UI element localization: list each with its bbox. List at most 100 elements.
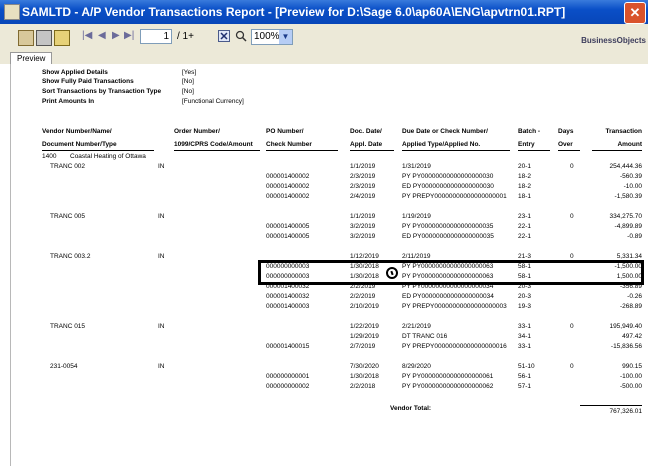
batch-entry: 33-1	[518, 343, 532, 350]
doc-date: 3/2/2019	[350, 233, 376, 240]
batch-entry: 18-2	[518, 173, 532, 180]
check-number: 000001400003	[266, 303, 310, 310]
batch-entry: 19-3	[518, 303, 532, 310]
report-canvas: Show Applied Details [Yes] Show Fully Paid…	[0, 64, 648, 466]
tab-bar: Preview	[0, 52, 648, 65]
search-text-icon[interactable]	[235, 30, 247, 42]
transaction-amount: -15,836.56	[610, 343, 642, 350]
header-underline	[266, 150, 338, 151]
option-label: Show Applied Details	[42, 69, 108, 76]
close-view-icon[interactable]	[218, 30, 230, 42]
transaction-amount: -10.00	[623, 183, 642, 190]
header-po-number: PO Number/	[266, 128, 304, 135]
print-icon[interactable]	[36, 30, 52, 46]
due-date-applied: ED PY00000000000000000030	[402, 183, 494, 190]
header-check-number: Check Number	[266, 141, 312, 148]
check-number: 000001400005	[266, 223, 310, 230]
due-date-applied: PY PY00000000000000000061	[402, 373, 494, 380]
batch-entry: 20-1	[518, 163, 532, 170]
option-value: [No]	[182, 78, 194, 85]
transaction-amount: -0.26	[627, 293, 642, 300]
days-over: 0	[570, 323, 574, 330]
batch-entry: 56-1	[518, 373, 532, 380]
document-type: IN	[158, 163, 165, 170]
due-date-applied: 8/29/2020	[402, 363, 431, 370]
transaction-amount: -560.39	[619, 173, 642, 180]
document-number: TRANC 003.2	[50, 253, 91, 260]
page-total: / 1+	[177, 31, 194, 42]
doc-date: 2/4/2019	[350, 193, 376, 200]
header-days: Days	[558, 128, 574, 135]
next-page-icon[interactable]: ▶	[112, 30, 120, 41]
header-doc-date: Doc. Date/	[350, 128, 382, 135]
option-value: [Yes]	[182, 69, 197, 76]
check-number: 000000000002	[266, 383, 310, 390]
header-1099-code: 1099/CPRS Code/Amount	[174, 141, 253, 148]
app-icon	[4, 4, 20, 20]
transaction-amount: 195,949.40	[609, 323, 642, 330]
header-vendor-number: Vendor Number/Name/	[42, 128, 112, 135]
transaction-amount: 990.15	[622, 363, 642, 370]
batch-entry: 20-3	[518, 293, 532, 300]
due-date-applied: ED PY00000000000000000035	[402, 233, 494, 240]
first-page-icon[interactable]: |◀	[82, 30, 92, 41]
transaction-amount: -100.00	[619, 373, 642, 380]
close-button[interactable]: ✕	[624, 2, 646, 24]
document-type: IN	[158, 253, 165, 260]
doc-date: 7/30/2020	[350, 363, 379, 370]
doc-date: 2/2/2018	[350, 383, 376, 390]
document-number: TRANC 002	[50, 163, 86, 170]
days-over: 0	[570, 363, 574, 370]
batch-entry: 18-1	[518, 193, 532, 200]
vendor-number: 1400	[42, 153, 57, 160]
days-over: 0	[570, 213, 574, 220]
chevron-down-icon[interactable]: ▼	[279, 30, 292, 44]
header-order-number: Order Number/	[174, 128, 220, 135]
batch-entry: 34-1	[518, 333, 532, 340]
transaction-amount: -0.89	[627, 233, 642, 240]
previous-page-icon[interactable]: ◀	[98, 30, 106, 41]
check-number: 000001400002	[266, 183, 310, 190]
mouse-cursor	[386, 267, 398, 279]
vendor-name: Coastal Heating of Ottawa	[70, 153, 146, 160]
header-entry: Entry	[518, 141, 535, 148]
window-title: SAMLTD - A/P Vendor Transactions Report …	[22, 5, 566, 19]
doc-date: 1/1/2019	[350, 163, 376, 170]
document-type: IN	[158, 363, 165, 370]
option-label: Print Amounts In	[42, 98, 95, 105]
transaction-amount: -500.00	[619, 383, 642, 390]
header-underline	[174, 150, 260, 151]
header-over: Over	[558, 141, 573, 148]
due-date-applied: 1/31/2019	[402, 163, 431, 170]
last-page-icon[interactable]: ▶|	[124, 30, 134, 41]
batch-entry: 22-1	[518, 233, 532, 240]
group-tree-icon[interactable]	[54, 30, 70, 46]
doc-date: 1/30/2018	[350, 373, 379, 380]
page-number-input[interactable]: 1	[140, 29, 172, 44]
due-date-applied: PY PREPY00000000000000000016	[402, 343, 507, 350]
total-overline	[580, 405, 642, 406]
check-number: 000001400005	[266, 233, 310, 240]
header-due-date: Due Date or Check Number/	[402, 128, 488, 135]
option-label: Show Fully Paid Transactions	[42, 78, 134, 85]
doc-date: 1/22/2019	[350, 323, 379, 330]
doc-date: 2/3/2019	[350, 173, 376, 180]
due-date-applied: PY PY00000000000000000030	[402, 173, 494, 180]
doc-date: 1/29/2019	[350, 333, 379, 340]
transaction-amount: -268.89	[619, 303, 642, 310]
check-number: 000001400002	[266, 193, 310, 200]
due-date-applied: 1/19/2019	[402, 213, 431, 220]
toolbar: |◀ ◀ ▶ ▶| 1 / 1+ 100% ▼ BusinessObjects	[0, 24, 648, 53]
doc-date: 2/2/2019	[350, 293, 376, 300]
header-batch: Batch -	[518, 128, 541, 135]
zoom-select[interactable]: 100% ▼	[251, 29, 293, 45]
transaction-amount: -4,899.89	[614, 223, 642, 230]
header-underline	[42, 150, 154, 151]
header-underline	[350, 150, 394, 151]
option-value: [No]	[182, 88, 194, 95]
doc-date: 1/1/2019	[350, 213, 376, 220]
header-underline	[558, 150, 580, 151]
businessobjects-logo: BusinessObjects	[581, 36, 646, 45]
document-type: IN	[158, 323, 165, 330]
export-icon[interactable]	[18, 30, 34, 46]
